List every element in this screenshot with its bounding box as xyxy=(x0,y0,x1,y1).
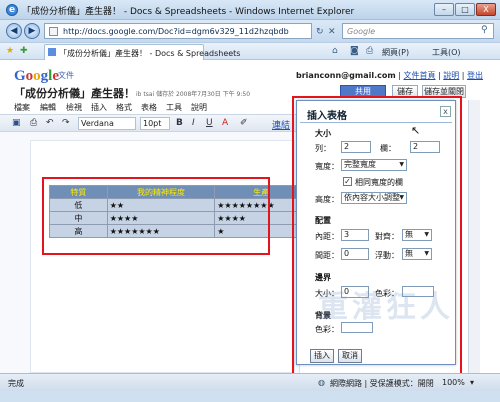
favorites-star-icon[interactable]: ★ xyxy=(6,46,14,56)
page-menu[interactable]: 網頁(P) xyxy=(382,47,409,58)
search-icon[interactable]: ⚲ xyxy=(481,25,488,35)
redo-icon[interactable]: ↷ xyxy=(62,118,70,128)
dialog-highlight-box xyxy=(292,96,462,382)
text-color-icon[interactable]: A xyxy=(222,118,228,128)
stop-icon[interactable]: ✕ xyxy=(328,27,336,37)
help-link[interactable]: 說明 xyxy=(443,71,459,80)
print-icon[interactable]: ⎙ xyxy=(366,46,373,56)
ie-logo-icon: e xyxy=(6,4,18,16)
highlight-icon[interactable]: ✐ xyxy=(240,118,248,128)
command-bar: ★ ✚ 「成份分析儀」產生器！ - Docs & Spreadsheets ⌂ … xyxy=(0,42,500,60)
logout-link[interactable]: 登出 xyxy=(467,71,483,80)
save-icon[interactable]: ▣ xyxy=(12,118,21,128)
address-text: http://docs.google.com/Doc?id=dgm6v329_1… xyxy=(63,27,289,36)
google-logo: Google xyxy=(14,68,60,84)
add-favorites-icon[interactable]: ✚ xyxy=(20,46,28,56)
window-title: 「成份分析儀」產生器！ - Docs & Spreadsheets - Wind… xyxy=(22,7,355,17)
link-button[interactable]: 連結 xyxy=(272,118,290,131)
scrollbar[interactable] xyxy=(468,100,480,373)
page-icon xyxy=(49,27,58,36)
user-links: brianconn@gmail.com | 文件首頁 | 說明 | 登出 xyxy=(296,71,484,80)
status-text: 完成 xyxy=(8,379,24,388)
menu-file[interactable]: 檔案 xyxy=(14,102,30,113)
mouse-cursor-icon: ↖ xyxy=(411,124,421,137)
menu-bar: 檔案 編輯 檢視 插入 格式 表格 工具 說明 xyxy=(0,100,300,114)
zoom-dropdown-icon[interactable]: ▾ xyxy=(470,378,474,387)
maximize-button[interactable]: □ xyxy=(455,3,475,16)
saved-status: ib tsai 儲存於 2008年7月30日 下午 9:50 xyxy=(136,91,251,98)
status-bar: 完成 ◍ 網際網路 | 受保護模式：開閉 100% ▾ xyxy=(0,373,500,391)
close-button[interactable]: X xyxy=(476,3,496,16)
back-icon[interactable]: ◀ xyxy=(6,23,22,39)
search-input[interactable]: Google ⚲ xyxy=(342,23,494,39)
document-page[interactable] xyxy=(30,140,295,373)
docs-label: 文件 xyxy=(58,71,74,80)
user-email: brianconn@gmail.com xyxy=(296,71,396,80)
home-icon[interactable]: ⌂ xyxy=(332,46,338,56)
forward-icon[interactable]: ▶ xyxy=(24,23,40,39)
refresh-icon[interactable]: ↻ xyxy=(316,27,324,37)
search-placeholder: Google xyxy=(347,27,376,36)
font-select[interactable]: Verdana xyxy=(78,117,136,130)
print-doc-icon[interactable]: ⎙ xyxy=(30,118,37,128)
menu-edit[interactable]: 編輯 xyxy=(40,102,56,113)
globe-icon: ◍ xyxy=(318,378,325,387)
feeds-icon[interactable]: ◙ xyxy=(350,46,359,56)
window-bottom-edge xyxy=(0,391,500,402)
bold-button[interactable]: B xyxy=(176,118,183,128)
menu-format[interactable]: 格式 xyxy=(116,102,132,113)
font-size-select[interactable]: 10pt xyxy=(140,117,170,130)
tools-menu[interactable]: 工具(O) xyxy=(432,47,461,58)
menu-insert[interactable]: 插入 xyxy=(91,102,107,113)
watermark: 重灌狂人 xyxy=(318,290,454,325)
doc-title[interactable]: 「成份分析儀」產生器！ xyxy=(14,85,135,101)
menu-tools[interactable]: 工具 xyxy=(166,102,182,113)
undo-icon[interactable]: ↶ xyxy=(46,118,54,128)
menu-view[interactable]: 檢視 xyxy=(66,102,82,113)
table-highlight-box xyxy=(42,177,270,255)
address-bar[interactable]: http://docs.google.com/Doc?id=dgm6v329_1… xyxy=(44,23,312,39)
tab-favicon-icon xyxy=(48,48,56,56)
menu-help[interactable]: 說明 xyxy=(191,102,207,113)
zoom-level[interactable]: 100% xyxy=(442,378,465,387)
italic-button[interactable]: I xyxy=(192,118,195,128)
zone-text: 網際網路 | 受保護模式：開閉 xyxy=(330,379,434,388)
menu-table[interactable]: 表格 xyxy=(141,102,157,113)
docs-home-link[interactable]: 文件首頁 xyxy=(403,71,435,80)
browser-tab[interactable]: 「成份分析儀」產生器！ - Docs & Spreadsheets xyxy=(44,44,240,60)
tab-title: 「成份分析儀」產生器！ - Docs & Spreadsheets xyxy=(59,49,241,58)
underline-button[interactable]: U xyxy=(206,118,213,128)
minimize-button[interactable]: – xyxy=(434,3,454,16)
editor-toolbar: ▣ ⎙ ↶ ↷ Verdana 10pt B I U A ✐ 連結 xyxy=(0,114,300,132)
